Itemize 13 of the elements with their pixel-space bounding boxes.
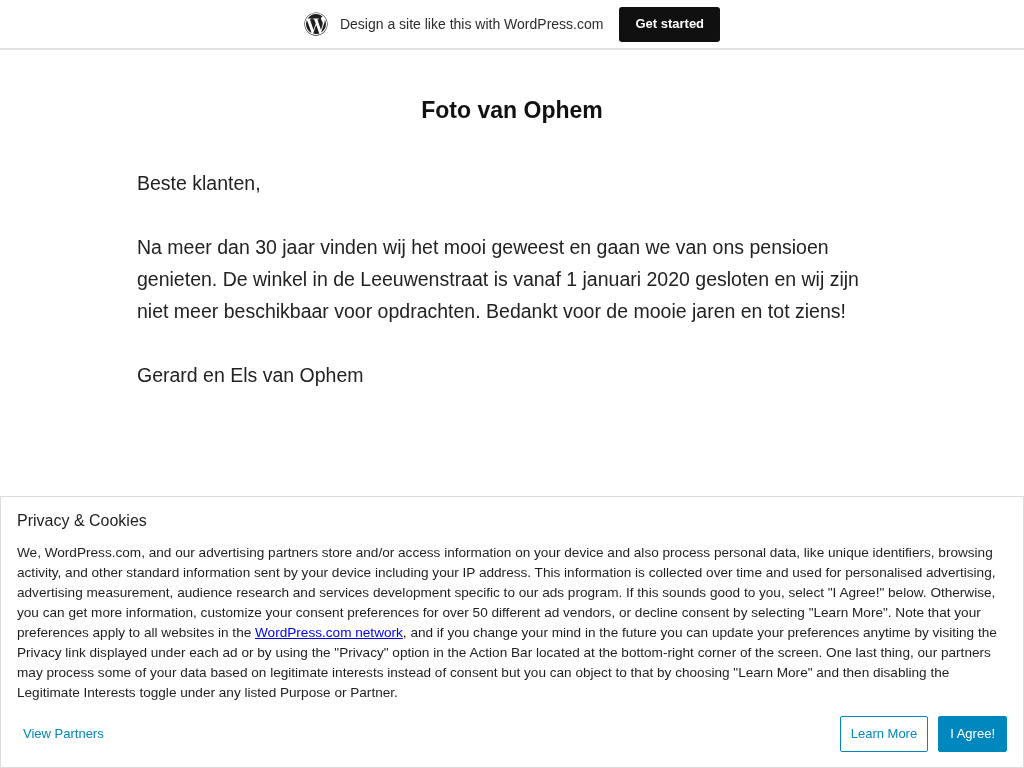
agree-button[interactable]: I Agree!: [938, 716, 1007, 752]
body-paragraph: Beste klanten,: [137, 171, 262, 196]
get-started-button[interactable]: Get started: [619, 6, 721, 42]
promo-text: Design a site like this with WordPress.com: [339, 14, 604, 34]
body-paragraph: Gerard en Els van Ophem: [137, 363, 365, 388]
learn-more-button[interactable]: Learn More: [839, 716, 929, 752]
body-paragraph: Na meer dan 30 jaar vinden wij het mooi geweest en gaan we van ons pensioen genieten. De winkel in de Leeuwenstraat is vanaf 1 januari 2020 gesloten en wij zijn niet meer beschikbaar voor opdrachten. Bedankt voor de mooie jaren en tot ziens!: [137, 235, 860, 324]
network-link[interactable]: WordPress.com network: [255, 625, 403, 640]
consent-text: We, WordPress.com, and our advertising partners store and/or access information on your device and also process personal data, like unique identifiers, browsing activity, and other standard information sent by your device including your IP address. This information is collected over time and used for personalised advertising, advertising measurement, audience research and services development specific to our ads program. If this sounds good to you, select "I Agree!" below. Otherwise, you can get more information, customize your consent preferences for over 50 different ad vendors, or decline consent by selecting "Learn More". Note that your preferences apply to all websites in the WordPress.com network, and if you change your mind in the future you can update your preferences anytime by visiting the Privacy link displayed under each ad or by using the "Privacy" option in the Action Bar located at the bottom-right corner of the screen. One last thing, our partners may process some of your data based on legitimate interests instead of consent but you can object to that by choosing "Learn More" and then disabling the Legitimate Interests toggle under any listed Purpose or Partner.: [17, 544, 998, 702]
page-title: Foto van Ophem: [421, 96, 603, 124]
logo-icon: [303, 12, 328, 36]
view-partners-link[interactable]: View Partners: [23, 724, 104, 744]
banner-title: Privacy & Cookies: [17, 511, 148, 531]
